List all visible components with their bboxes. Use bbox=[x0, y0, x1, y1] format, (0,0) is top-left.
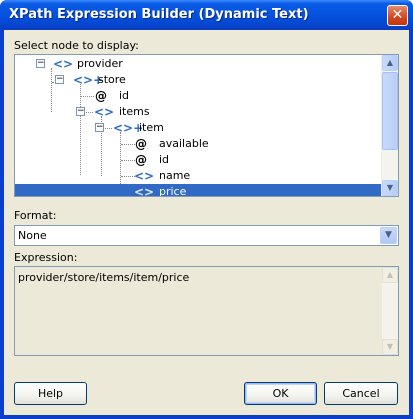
window-title: XPath Expression Builder (Dynamic Text) bbox=[9, 7, 309, 22]
format-label: Format: bbox=[14, 209, 57, 222]
scroll-down-button: ▼ bbox=[382, 339, 398, 355]
tree-node-label: provider bbox=[77, 57, 123, 70]
tree-node-label: items bbox=[119, 105, 150, 118]
arrow-up-icon: ▲ bbox=[386, 270, 394, 279]
attribute-icon: @ bbox=[135, 153, 147, 167]
collapse-toggle[interactable]: − bbox=[55, 75, 64, 84]
tree-node-available[interactable]: @ available bbox=[15, 136, 383, 152]
close-icon: ✕ bbox=[391, 7, 404, 23]
scroll-up-button: ▲ bbox=[382, 267, 398, 283]
tree-node-label: price bbox=[159, 185, 187, 197]
help-button[interactable]: Help bbox=[14, 382, 87, 405]
expression-label: Expression: bbox=[14, 251, 78, 264]
element-icon: <> bbox=[53, 57, 74, 71]
tree-node-label: name bbox=[159, 169, 191, 182]
arrow-up-icon: ▲ bbox=[386, 58, 394, 67]
element-icon: <> bbox=[94, 105, 115, 119]
expression-scrollbar: ▲ ▼ bbox=[382, 267, 398, 355]
format-value: None bbox=[18, 229, 47, 242]
attribute-icon: @ bbox=[95, 89, 107, 103]
scroll-thumb[interactable] bbox=[382, 72, 398, 150]
tree-node-label: available bbox=[159, 137, 209, 150]
cancel-button[interactable]: Cancel bbox=[324, 382, 398, 405]
chevron-down-icon: ▼ bbox=[385, 230, 392, 240]
scroll-down-button[interactable]: ▼ bbox=[382, 180, 398, 196]
tree-node-name[interactable]: <> name bbox=[15, 168, 383, 184]
element-icon: <> bbox=[134, 169, 155, 183]
tree-node-provider[interactable]: − <> provider bbox=[15, 56, 383, 72]
tree-node-item-id[interactable]: @ id bbox=[15, 152, 383, 168]
tree-node-item[interactable]: − <>+ item bbox=[15, 120, 383, 136]
arrow-down-icon: ▼ bbox=[386, 183, 394, 192]
attribute-icon: @ bbox=[135, 137, 147, 151]
tree-node-label: id bbox=[159, 153, 170, 166]
node-tree[interactable]: − <> provider − <>+ store @ id − <> item… bbox=[14, 54, 399, 197]
dialog-body: Select node to display: − <> provider − … bbox=[4, 30, 409, 415]
tree-node-label: item bbox=[139, 121, 164, 134]
format-select[interactable]: None ▼ bbox=[14, 225, 399, 246]
scroll-up-button[interactable]: ▲ bbox=[382, 55, 398, 71]
tree-scrollbar[interactable]: ▲ ▼ bbox=[381, 55, 398, 196]
expression-field[interactable]: provider/store/items/item/price ▲ ▼ bbox=[14, 266, 399, 356]
tree-node-label: store bbox=[98, 73, 126, 86]
title-bar[interactable]: XPath Expression Builder (Dynamic Text) … bbox=[0, 0, 413, 30]
close-button[interactable]: ✕ bbox=[387, 5, 408, 26]
tree-node-store[interactable]: − <>+ store bbox=[15, 72, 383, 88]
tree-node-items[interactable]: − <> items bbox=[15, 104, 383, 120]
tree-node-price[interactable]: <> price bbox=[15, 184, 383, 197]
tree-node-store-id[interactable]: @ id bbox=[15, 88, 383, 104]
element-icon: <> bbox=[134, 185, 155, 197]
collapse-toggle[interactable]: − bbox=[95, 123, 104, 132]
collapse-toggle[interactable]: − bbox=[36, 59, 45, 68]
dialog-window: XPath Expression Builder (Dynamic Text) … bbox=[0, 0, 413, 419]
collapse-toggle[interactable]: − bbox=[76, 107, 85, 116]
tree-label: Select node to display: bbox=[14, 39, 139, 52]
arrow-down-icon: ▼ bbox=[386, 342, 394, 351]
expression-value: provider/store/items/item/price bbox=[18, 271, 190, 284]
format-dropdown-button[interactable]: ▼ bbox=[380, 227, 397, 244]
tree-node-label: id bbox=[119, 89, 130, 102]
ok-button[interactable]: OK bbox=[244, 382, 317, 405]
